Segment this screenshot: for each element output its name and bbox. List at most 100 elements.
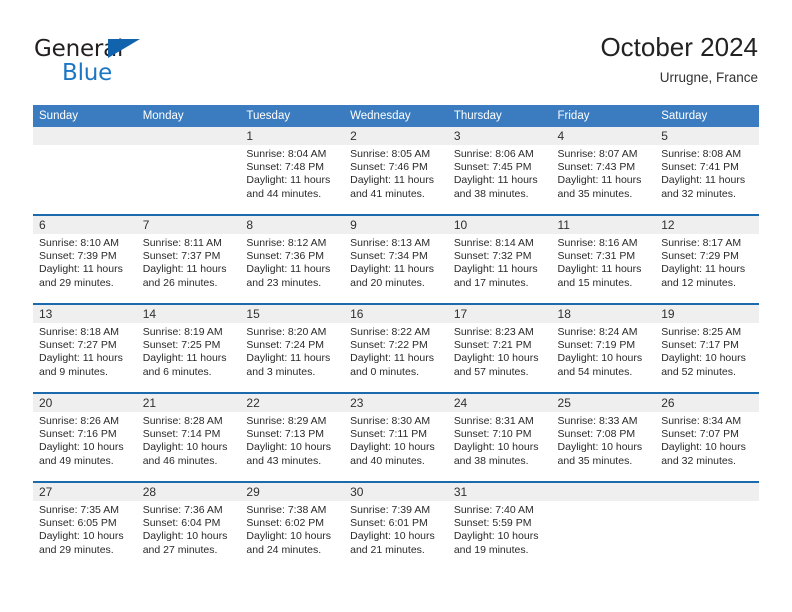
sunset-text: Sunset: 7:36 PM [246, 250, 325, 263]
calendar-day-cell[interactable]: 5 Sunrise: 8:08 AM Sunset: 7:41 PM Daylight… [655, 127, 759, 214]
daylight-text-line2: and 46 minutes. [142, 454, 218, 467]
day-details: Sunrise: 8:20 AM Sunset: 7:24 PM Daylight:… [240, 323, 344, 379]
sunset-text: Sunset: 7:07 PM [661, 428, 739, 441]
day-details: Sunrise: 8:30 AM Sunset: 7:11 PM Daylight:… [344, 412, 448, 468]
day-number: 16 [344, 305, 448, 323]
daylight-text-line1: Daylight: 11 hours [453, 263, 538, 276]
weekday-header-wednesday: Wednesday [344, 105, 448, 127]
calendar-day-cell[interactable]: 8 Sunrise: 8:12 AM Sunset: 7:36 PM Daylight… [240, 216, 345, 303]
daylight-text-line2: and 32 minutes. [661, 454, 736, 467]
calendar-day-cell[interactable]: 7 Sunrise: 8:11 AM Sunset: 7:37 PM Daylight… [136, 216, 241, 303]
sunset-text: Sunset: 7:14 PM [142, 428, 221, 441]
calendar-day-cell[interactable]: 30 Sunrise: 7:39 AM Sunset: 6:01 PM Dayligh… [344, 483, 448, 570]
calendar-day-cell[interactable]: 14 Sunrise: 8:19 AM Sunset: 7:25 PM Dayligh… [136, 305, 241, 392]
calendar-day-cell[interactable]: 31 Sunrise: 7:40 AM Sunset: 5:59 PM Dayligh… [447, 483, 552, 570]
day-number: 23 [344, 394, 448, 412]
daylight-text-line1: Daylight: 11 hours [557, 263, 642, 276]
day-details: Sunrise: 8:29 AM Sunset: 7:13 PM Daylight:… [240, 412, 344, 468]
daylight-text-line1: Daylight: 11 hours [661, 174, 746, 187]
calendar-day-cell[interactable]: 24 Sunrise: 8:31 AM Sunset: 7:10 PM Dayligh… [447, 394, 552, 481]
calendar-day-cell-empty [551, 483, 656, 570]
calendar-week-row: 27 Sunrise: 7:35 AM Sunset: 6:05 PM Dayligh… [33, 483, 759, 570]
daylight-text-line2: and 32 minutes. [661, 187, 736, 200]
calendar-day-cell[interactable]: 20 Sunrise: 8:26 AM Sunset: 7:16 PM Dayligh… [33, 394, 137, 481]
daylight-text-line2: and 26 minutes. [142, 276, 218, 289]
daylight-text-line2: and 35 minutes. [557, 187, 633, 200]
sunrise-text: Sunrise: 7:38 AM [246, 504, 327, 516]
calendar-day-cell[interactable]: 2 Sunrise: 8:05 AM Sunset: 7:46 PM Daylight… [344, 127, 448, 214]
daylight-text-line2: and 38 minutes. [453, 187, 529, 200]
calendar-page: General Blue October 2024 Urrugne, Franc… [0, 0, 792, 612]
calendar-day-cell[interactable]: 9 Sunrise: 8:13 AM Sunset: 7:34 PM Daylight… [344, 216, 448, 303]
sunset-text: Sunset: 6:01 PM [350, 517, 428, 530]
day-details: Sunrise: 7:35 AM Sunset: 6:05 PM Daylight:… [33, 501, 137, 557]
calendar-day-cell[interactable]: 18 Sunrise: 8:24 AM Sunset: 7:19 PM Dayligh… [551, 305, 656, 392]
logo-word-blue: Blue [62, 60, 113, 86]
calendar-table: Sunday Monday Tuesday Wednesday Thursday… [33, 105, 759, 570]
calendar-day-cell[interactable]: 13 Sunrise: 8:18 AM Sunset: 7:27 PM Dayligh… [33, 305, 137, 392]
calendar-week-row: 1 Sunrise: 8:04 AM Sunset: 7:48 PM Daylight… [33, 127, 759, 214]
sunrise-text: Sunrise: 8:08 AM [661, 148, 742, 160]
day-number: 3 [447, 127, 552, 145]
daylight-text-line2: and 0 minutes. [350, 365, 419, 378]
calendar-day-cell[interactable]: 23 Sunrise: 8:30 AM Sunset: 7:11 PM Dayligh… [344, 394, 448, 481]
daylight-text-line1: Daylight: 10 hours [246, 441, 332, 454]
sunset-text: Sunset: 6:04 PM [142, 517, 221, 530]
calendar-day-cell[interactable]: 1 Sunrise: 8:04 AM Sunset: 7:48 PM Daylight… [240, 127, 345, 214]
sunset-text: Sunset: 7:43 PM [557, 161, 636, 174]
day-details: Sunrise: 8:08 AM Sunset: 7:41 PM Daylight:… [655, 145, 759, 201]
calendar-day-cell[interactable]: 17 Sunrise: 8:23 AM Sunset: 7:21 PM Dayligh… [447, 305, 552, 392]
calendar-day-cell[interactable]: 12 Sunrise: 8:17 AM Sunset: 7:29 PM Dayligh… [655, 216, 759, 303]
sunrise-text: Sunrise: 8:22 AM [350, 326, 431, 338]
logo-top-row: General [34, 36, 264, 62]
daylight-text-line2: and 29 minutes. [39, 543, 114, 556]
sunset-text: Sunset: 5:59 PM [453, 517, 532, 530]
page-header: General Blue October 2024 Urrugne, Franc… [0, 0, 792, 100]
calendar-day-cell[interactable]: 28 Sunrise: 7:36 AM Sunset: 6:04 PM Dayligh… [136, 483, 241, 570]
day-details: Sunrise: 8:13 AM Sunset: 7:34 PM Daylight:… [344, 234, 448, 290]
day-details: Sunrise: 8:14 AM Sunset: 7:32 PM Daylight:… [448, 234, 552, 290]
day-number: 7 [136, 216, 241, 234]
calendar-day-cell[interactable]: 16 Sunrise: 8:22 AM Sunset: 7:22 PM Dayligh… [344, 305, 448, 392]
calendar-day-cell[interactable]: 15 Sunrise: 8:20 AM Sunset: 7:24 PM Dayligh… [240, 305, 345, 392]
calendar-day-cell[interactable]: 3 Sunrise: 8:06 AM Sunset: 7:45 PM Daylight… [447, 127, 552, 214]
calendar-body: 1 Sunrise: 8:04 AM Sunset: 7:48 PM Daylight… [33, 127, 759, 570]
daylight-text-line2: and 19 minutes. [453, 543, 529, 556]
calendar-day-cell[interactable]: 6 Sunrise: 8:10 AM Sunset: 7:39 PM Daylight… [33, 216, 137, 303]
calendar-day-cell[interactable]: 22 Sunrise: 8:29 AM Sunset: 7:13 PM Dayligh… [240, 394, 345, 481]
general-blue-logo[interactable]: General Blue [34, 36, 264, 86]
daylight-text-line1: Daylight: 11 hours [557, 174, 642, 187]
daylight-text-line1: Daylight: 10 hours [557, 352, 643, 365]
daylight-text-line2: and 17 minutes. [453, 276, 529, 289]
day-details: Sunrise: 8:26 AM Sunset: 7:16 PM Daylight:… [33, 412, 137, 468]
daylight-text-line1: Daylight: 11 hours [661, 263, 746, 276]
calendar-day-cell[interactable]: 11 Sunrise: 8:16 AM Sunset: 7:31 PM Dayligh… [551, 216, 656, 303]
calendar-day-cell[interactable]: 4 Sunrise: 8:07 AM Sunset: 7:43 PM Daylight… [551, 127, 656, 214]
day-details: Sunrise: 8:34 AM Sunset: 7:07 PM Daylight:… [655, 412, 759, 468]
calendar-week-row: 6 Sunrise: 8:10 AM Sunset: 7:39 PM Daylight… [33, 216, 759, 303]
sunset-text: Sunset: 6:05 PM [39, 517, 117, 530]
calendar-day-cell[interactable]: 19 Sunrise: 8:25 AM Sunset: 7:17 PM Dayligh… [655, 305, 759, 392]
day-number: 8 [240, 216, 345, 234]
calendar-day-cell[interactable]: 25 Sunrise: 8:33 AM Sunset: 7:08 PM Dayligh… [551, 394, 656, 481]
weekday-header-friday: Friday [551, 105, 656, 127]
calendar-day-cell[interactable]: 21 Sunrise: 8:28 AM Sunset: 7:14 PM Dayligh… [136, 394, 241, 481]
day-number: 17 [447, 305, 552, 323]
daylight-text-line2: and 15 minutes. [557, 276, 633, 289]
daylight-text-line2: and 44 minutes. [246, 187, 322, 200]
day-number: 29 [240, 483, 345, 501]
daylight-text-line1: Daylight: 11 hours [350, 352, 434, 365]
sunrise-text: Sunrise: 8:16 AM [557, 237, 638, 249]
calendar-day-cell[interactable]: 27 Sunrise: 7:35 AM Sunset: 6:05 PM Dayligh… [33, 483, 137, 570]
sunrise-text: Sunrise: 8:14 AM [453, 237, 534, 249]
calendar-day-cell[interactable]: 29 Sunrise: 7:38 AM Sunset: 6:02 PM Dayligh… [240, 483, 345, 570]
calendar-day-cell[interactable]: 10 Sunrise: 8:14 AM Sunset: 7:32 PM Dayligh… [447, 216, 552, 303]
sunrise-text: Sunrise: 8:05 AM [350, 148, 431, 160]
daylight-text-line2: and 21 minutes. [350, 543, 425, 556]
day-details: Sunrise: 8:11 AM Sunset: 7:37 PM Daylight:… [137, 234, 241, 290]
daylight-text-line2: and 35 minutes. [557, 454, 633, 467]
daylight-text-line1: Daylight: 11 hours [350, 263, 434, 276]
daylight-text-line1: Daylight: 10 hours [661, 352, 746, 365]
daylight-text-line2: and 40 minutes. [350, 454, 425, 467]
calendar-day-cell[interactable]: 26 Sunrise: 8:34 AM Sunset: 7:07 PM Dayligh… [655, 394, 759, 481]
